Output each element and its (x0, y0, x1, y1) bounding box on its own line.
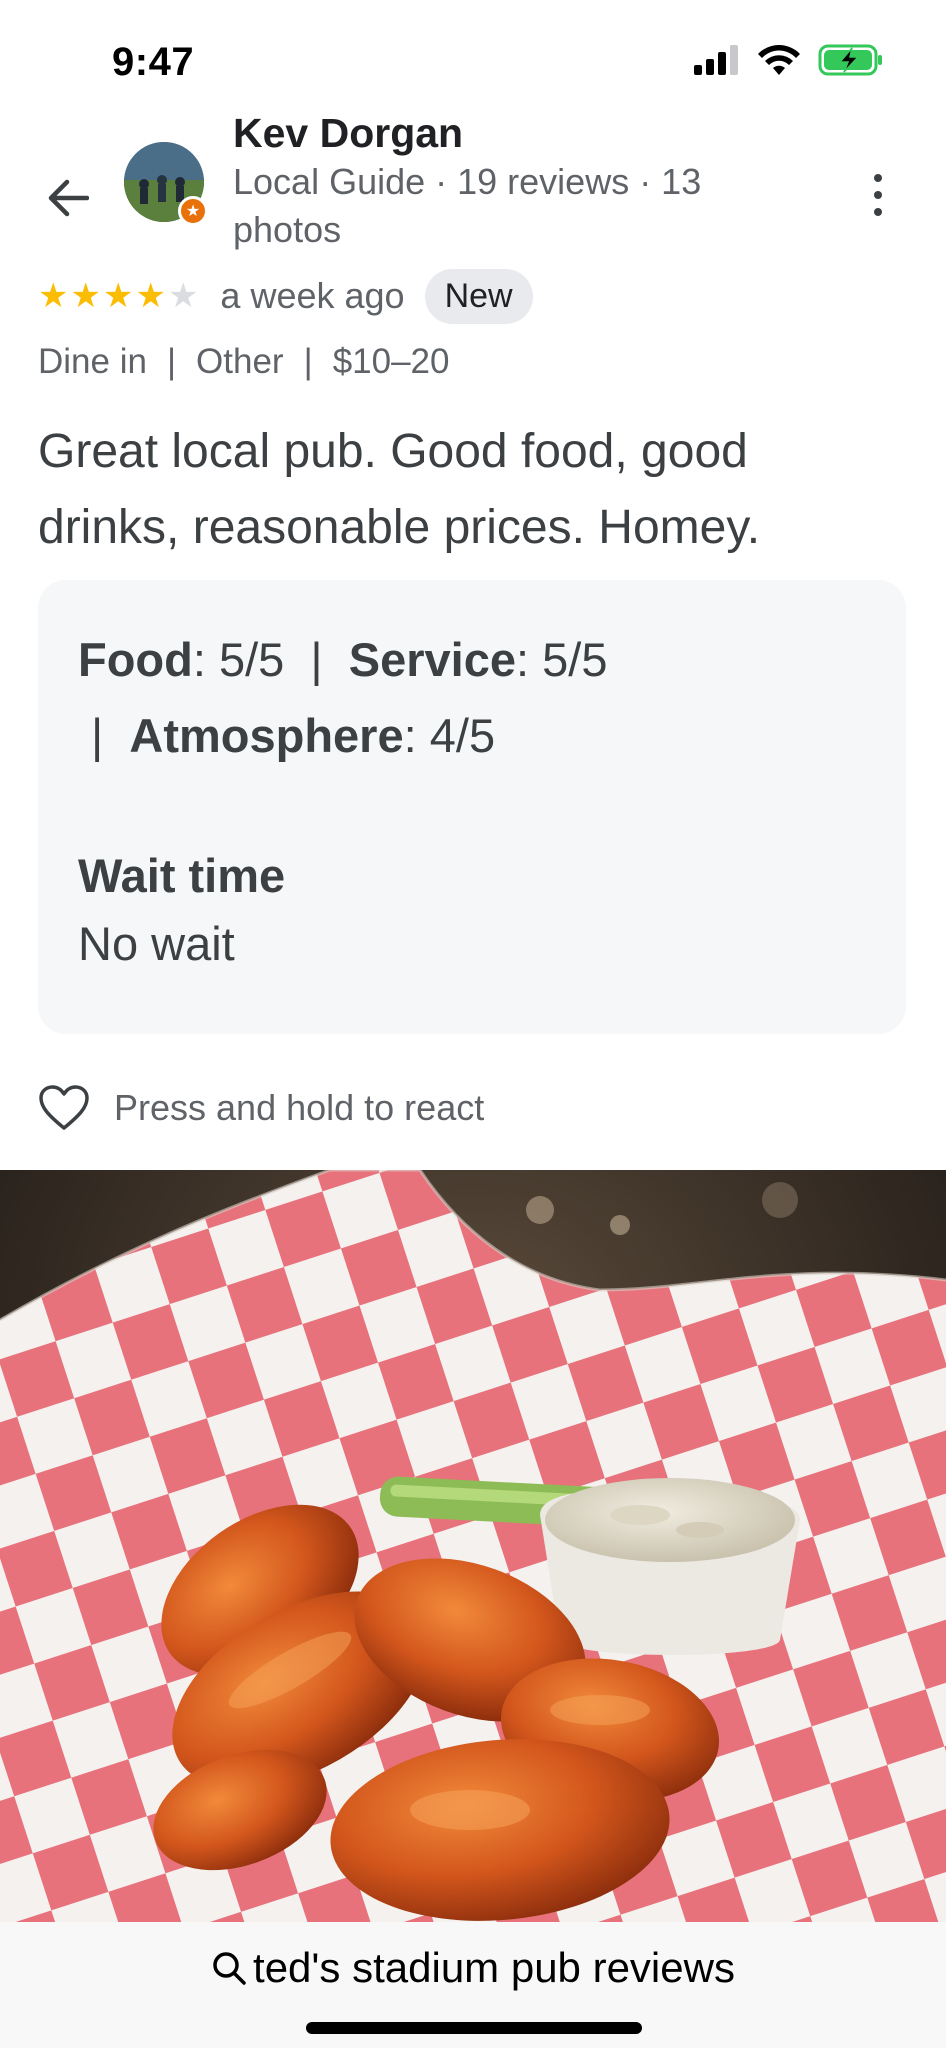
heart-outline-icon (39, 1085, 89, 1130)
arrow-left-icon (48, 179, 89, 217)
bottom-search-bar[interactable]: ted's stadium pub reviews (0, 1922, 946, 2048)
avatar[interactable]: ★ (124, 142, 208, 226)
food-value: : 5/5 (192, 633, 285, 686)
review-time: a week ago (220, 275, 405, 316)
star-icon: ★ (38, 277, 69, 315)
divider: | (78, 709, 117, 762)
atmosphere-label: Atmosphere (129, 709, 404, 762)
price-range: $10–20 (332, 342, 450, 381)
local-guide-star-icon: ★ (178, 196, 208, 226)
meal-type: Other (196, 342, 284, 381)
wifi-icon (758, 45, 800, 75)
star-icon: ★ (135, 277, 166, 315)
divider: | (166, 342, 177, 381)
star-icon: ★ (102, 277, 134, 315)
food-label: Food (78, 633, 193, 686)
new-badge: New (424, 268, 533, 324)
status-time: 9:47 (112, 40, 195, 84)
signal-icon (694, 45, 738, 75)
react-label: Press and hold to react (114, 1087, 485, 1128)
rating-row: ★ ★ ★ ★ ★ a week ago New (38, 268, 533, 324)
react-button[interactable]: Press and hold to react (38, 1084, 484, 1132)
wait-time-value: No wait (78, 917, 235, 970)
photo-illustration (0, 1170, 946, 1922)
review-attributes: Dine in | Other | $10–20 (38, 342, 449, 382)
subratings: Food: 5/5 | Service: 5/5 | Atmosphere: 4… (78, 622, 638, 774)
status-bar: 9:47 (0, 0, 946, 110)
more-vertical-icon (874, 174, 882, 182)
star-empty-icon: ★ (167, 277, 199, 315)
chicken-wings-photo[interactable] (0, 1170, 946, 1922)
star-icon: ★ (70, 277, 101, 315)
star-rating: ★ ★ ★ ★ ★ (38, 279, 198, 313)
service-value: : 5/5 (516, 633, 608, 686)
review-details-card: Food: 5/5 | Service: 5/5 | Atmosphere: 4… (38, 580, 906, 1034)
search-icon (213, 1952, 246, 1985)
back-button[interactable] (40, 170, 96, 226)
review-text: Great local pub. Good food, good drinks,… (38, 425, 761, 554)
atmosphere-value: : 4/5 (403, 709, 496, 762)
divider: | (297, 633, 336, 686)
status-icons (694, 44, 884, 76)
home-indicator[interactable] (306, 2022, 642, 2034)
search-query[interactable]: ted's stadium pub reviews (0, 1944, 946, 1992)
battery-charging-icon (818, 44, 882, 76)
service-label: Service (348, 633, 517, 686)
reviewer-meta[interactable]: Local Guide · 19 reviews · 13 photos (233, 158, 753, 254)
search-text: ted's stadium pub reviews (253, 1944, 735, 1991)
more-options-button[interactable] (858, 170, 898, 220)
reviewer-name[interactable]: Kev Dorgan (233, 110, 463, 157)
dining-mode: Dine in (38, 342, 147, 381)
divider: | (303, 342, 313, 381)
wait-time-label: Wait time (78, 849, 286, 902)
